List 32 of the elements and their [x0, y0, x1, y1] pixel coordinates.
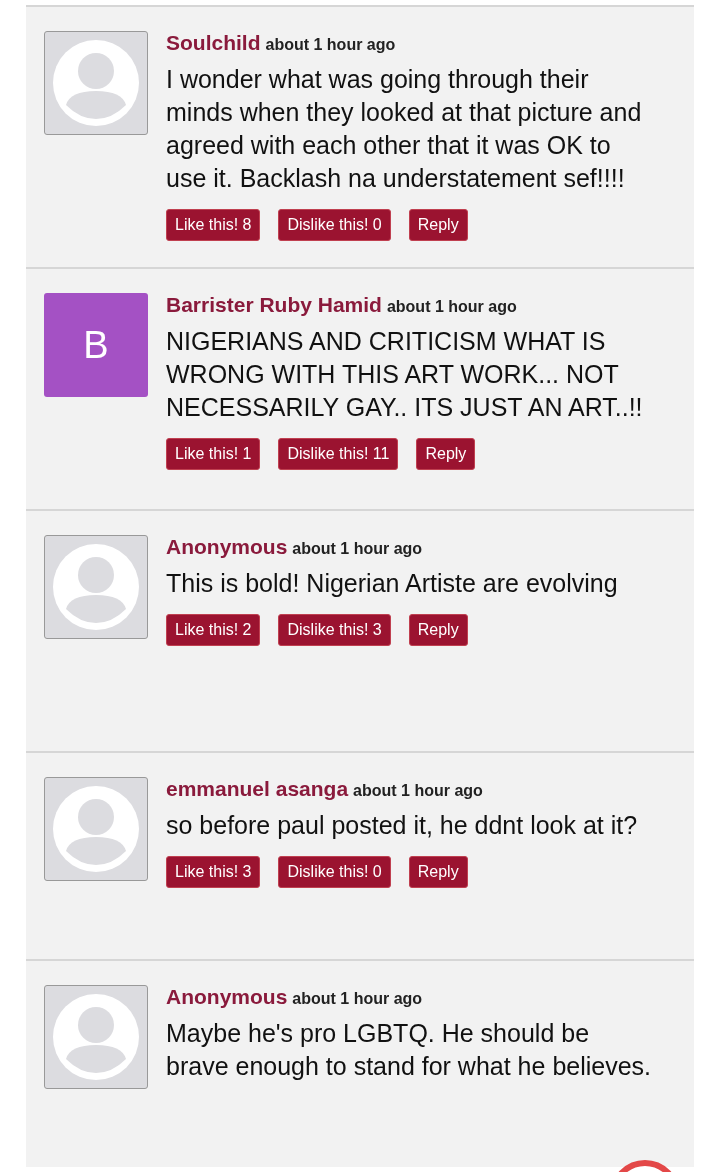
comment-text: NIGERIANS AND CRITICISM WHAT IS WRONG WITH THIS ART WORK... NOT NECESSARILY GAY.. ITS JUST AN ART..!! [166, 326, 644, 423]
dislike-button[interactable]: Dislike this! 11 [278, 438, 399, 470]
dislike-button[interactable]: Dislike this! 0 [278, 856, 391, 888]
timestamp: about 1 hour ago [292, 990, 423, 1008]
comment-text: so before paul posted it, he ddnt look at it? [166, 810, 639, 841]
comment-text: This is bold! Nigerian Artiste are evolving [166, 568, 619, 599]
like-button[interactable]: Like this! 1 [166, 438, 261, 470]
timestamp: about 1 hour ago [265, 36, 396, 54]
avatar: B [44, 293, 148, 397]
like-button[interactable]: Like this! 8 [166, 209, 261, 241]
author-name[interactable]: Soulchild [166, 31, 261, 55]
timestamp: about 1 hour ago [292, 540, 423, 558]
person-icon [52, 993, 140, 1081]
author-name[interactable]: Anonymous [166, 985, 288, 1009]
reply-button[interactable]: Reply [408, 614, 468, 646]
author-name[interactable]: Anonymous [166, 535, 288, 559]
timestamp: about 1 hour ago [353, 782, 483, 800]
dislike-button[interactable]: Dislike this! 0 [278, 209, 391, 241]
reply-button[interactable]: Reply [408, 209, 468, 241]
comment-text: Maybe he's pro LGBTQ. He should be brave enough to stand for what he believes. [166, 1018, 653, 1082]
reply-button[interactable]: Reply [408, 856, 468, 888]
author-name[interactable]: emmanuel asanga [166, 777, 349, 801]
like-button[interactable]: Like this! 3 [166, 856, 261, 888]
person-icon [52, 39, 140, 127]
person-icon [52, 785, 140, 873]
dislike-button[interactable]: Dislike this! 3 [278, 614, 391, 646]
like-button[interactable]: Like this! 2 [166, 614, 261, 646]
reply-button[interactable]: Reply [416, 438, 476, 470]
author-name[interactable]: Barrister Ruby Hamid [166, 293, 382, 317]
comment-text: I wonder what was going through their minds when they looked at that picture and agreed with each other that it was OK to use it. Backlash na understatement sef!!!! [166, 64, 643, 194]
timestamp: about 1 hour ago [386, 298, 517, 316]
person-icon [52, 543, 140, 631]
